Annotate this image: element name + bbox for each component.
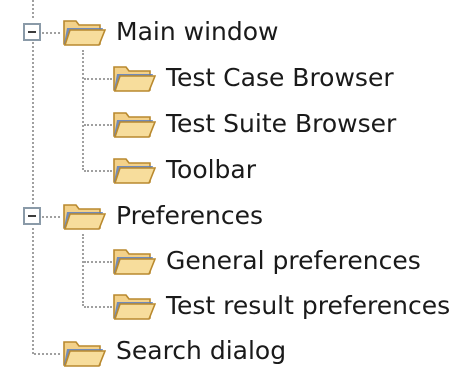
- folder-icon: [62, 17, 106, 47]
- tree-connector: [84, 78, 112, 80]
- tree-connector: [32, 0, 34, 18]
- folder-icon: [112, 63, 156, 93]
- tree-node-label: Test Case Browser: [166, 63, 394, 92]
- tree-connector: [84, 124, 112, 126]
- tree-connector: [42, 216, 60, 218]
- tree-node-label: Preferences: [116, 201, 264, 230]
- folder-icon: [62, 338, 106, 368]
- tree-node-label: General preferences: [166, 246, 421, 275]
- tree-node-label: Test result preferences: [166, 291, 451, 320]
- tree-node-label: Main window: [116, 17, 279, 46]
- tree-connector: [82, 234, 84, 306]
- tree-connector: [84, 261, 112, 263]
- collapse-toggle-icon[interactable]: [23, 23, 41, 41]
- tree-connector: [84, 306, 112, 308]
- tree-connector: [32, 42, 34, 204]
- tree-view[interactable]: Main window Test Case Browser Test Suite…: [0, 0, 469, 367]
- tree-node-label: Search dialog: [116, 336, 287, 365]
- folder-icon: [112, 109, 156, 139]
- folder-icon: [112, 155, 156, 185]
- tree-node-label: Toolbar: [166, 155, 257, 184]
- tree-connector: [82, 50, 84, 170]
- tree-connector: [84, 170, 112, 172]
- tree-connector: [42, 32, 60, 34]
- folder-icon: [62, 201, 106, 231]
- collapse-toggle-icon[interactable]: [23, 207, 41, 225]
- folder-icon: [112, 246, 156, 276]
- tree-node-label: Test Suite Browser: [166, 109, 397, 138]
- folder-icon: [112, 291, 156, 321]
- tree-connector: [34, 353, 60, 355]
- tree-connector: [32, 228, 34, 354]
